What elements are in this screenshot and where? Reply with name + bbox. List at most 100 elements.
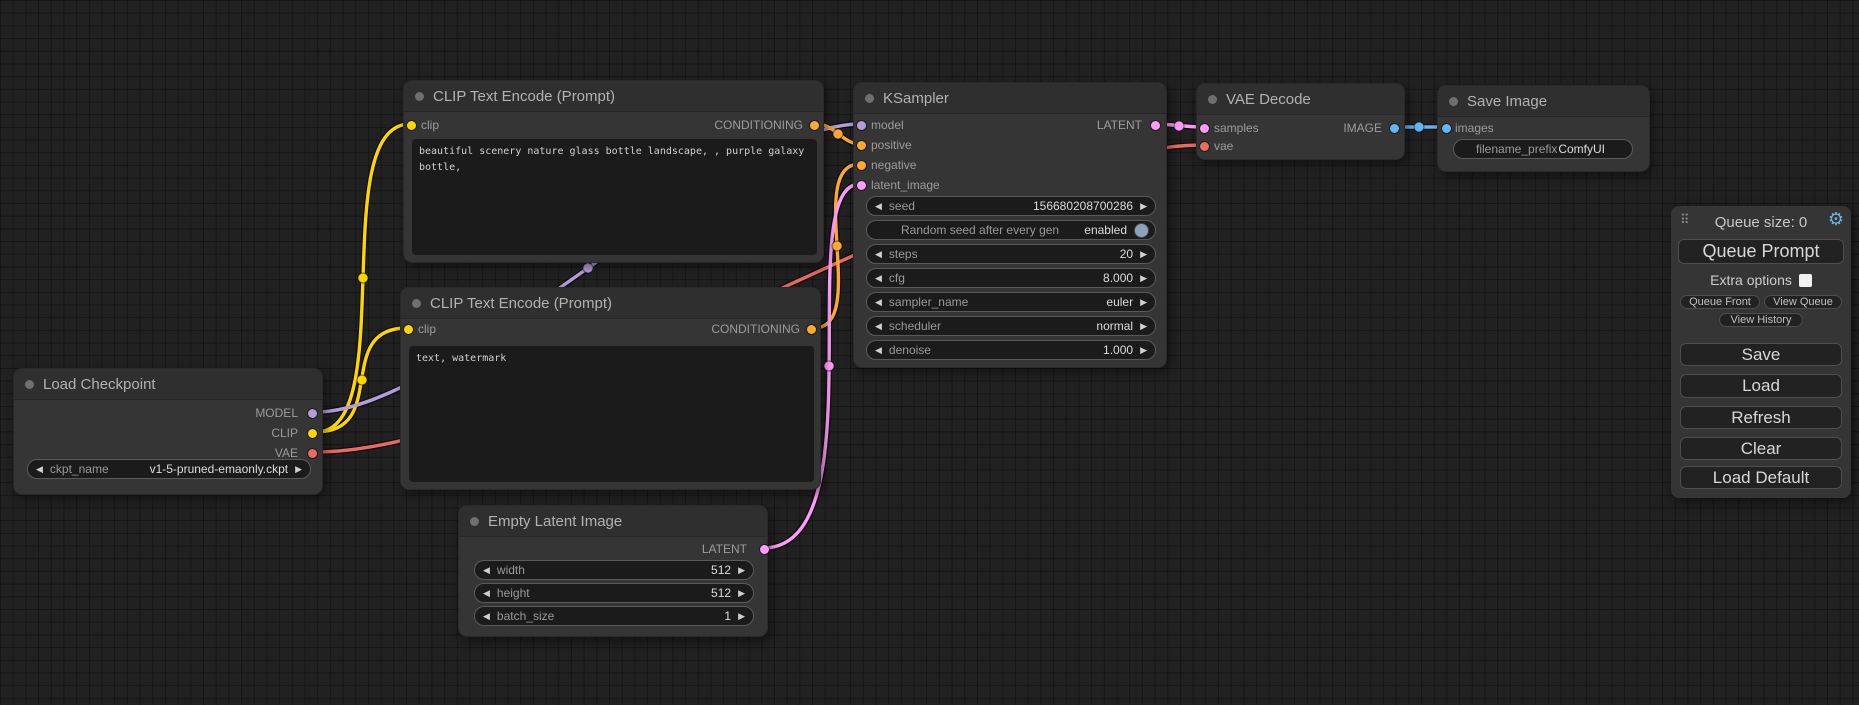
increment-arrow-icon[interactable]: ▶ <box>1140 346 1147 355</box>
widget-denoise[interactable]: ◀ denoise 1.000 ▶ <box>866 340 1156 360</box>
widget-height[interactable]: ◀ height 512 ▶ <box>474 583 754 603</box>
link-dot[interactable] <box>583 263 593 273</box>
node-clip-text-encode-positive[interactable]: CLIP Text Encode (Prompt) clip CONDITION… <box>403 80 824 263</box>
prompt-textarea[interactable]: beautiful scenery nature glass bottle la… <box>412 139 817 255</box>
queue-prompt-button[interactable]: Queue Prompt <box>1678 239 1844 264</box>
node-title: KSampler <box>883 90 949 107</box>
output-port-clip[interactable] <box>308 429 317 438</box>
increment-arrow-icon[interactable]: ▶ <box>1140 250 1147 259</box>
collapse-dot-icon[interactable] <box>470 517 479 526</box>
load-button[interactable]: Load <box>1680 374 1842 398</box>
collapse-dot-icon[interactable] <box>1449 97 1458 106</box>
link-dot[interactable] <box>1174 121 1184 131</box>
input-port-positive[interactable] <box>857 141 866 150</box>
node-empty-latent-image[interactable]: Empty Latent Image LATENT ◀ width 512 ▶ … <box>458 505 768 637</box>
output-port-model[interactable] <box>308 409 317 418</box>
widget-seed[interactable]: ◀ seed 156680208700286 ▶ <box>866 196 1156 216</box>
extra-options-checkbox[interactable] <box>1799 274 1812 287</box>
decrement-arrow-icon[interactable]: ◀ <box>483 589 490 598</box>
input-port-negative[interactable] <box>857 161 866 170</box>
output-port-conditioning[interactable] <box>807 325 816 334</box>
node-ksampler[interactable]: KSampler model positive negative latent_… <box>853 82 1167 368</box>
widget-steps[interactable]: ◀ steps 20 ▶ <box>866 244 1156 264</box>
node-save-image[interactable]: Save Image images filename_prefix ComfyU… <box>1437 85 1650 172</box>
output-port-vae[interactable] <box>308 449 317 458</box>
decrement-arrow-icon[interactable]: ◀ <box>483 612 490 621</box>
link-dot[interactable] <box>1414 122 1424 132</box>
view-history-button[interactable]: View History <box>1719 313 1803 327</box>
output-port-image[interactable] <box>1390 124 1399 133</box>
widget-batch-size[interactable]: ◀ batch_size 1 ▶ <box>474 606 754 626</box>
input-port-clip[interactable] <box>407 121 416 130</box>
collapse-dot-icon[interactable] <box>1208 95 1217 104</box>
output-port-latent[interactable] <box>1151 121 1160 130</box>
widget-width[interactable]: ◀ width 512 ▶ <box>474 560 754 580</box>
collapse-dot-icon[interactable] <box>415 92 424 101</box>
input-port-samples[interactable] <box>1200 124 1209 133</box>
node-title-bar[interactable]: Empty Latent Image <box>459 506 767 537</box>
refresh-button[interactable]: Refresh <box>1680 406 1842 429</box>
increment-arrow-icon[interactable]: ▶ <box>738 589 745 598</box>
input-label-samples: samples <box>1214 122 1259 134</box>
clear-button[interactable]: Clear <box>1680 437 1842 460</box>
gear-icon[interactable]: ⚙ <box>1828 210 1844 228</box>
input-label-positive: positive <box>871 139 912 151</box>
collapse-dot-icon[interactable] <box>25 380 34 389</box>
widget-filename-prefix[interactable]: filename_prefix ComfyUI <box>1453 139 1633 159</box>
node-title-bar[interactable]: VAE Decode <box>1197 84 1404 115</box>
widget-label: sampler_name <box>889 295 968 309</box>
increment-arrow-icon[interactable]: ▶ <box>1140 298 1147 307</box>
view-queue-button[interactable]: View Queue <box>1764 295 1842 309</box>
increment-arrow-icon[interactable]: ▶ <box>1140 274 1147 283</box>
node-title-bar[interactable]: CLIP Text Encode (Prompt) <box>401 288 820 319</box>
output-port-conditioning[interactable] <box>810 121 819 130</box>
link-dot[interactable] <box>357 375 367 385</box>
widget-scheduler[interactable]: ◀ scheduler normal ▶ <box>866 316 1156 336</box>
node-load-checkpoint[interactable]: Load Checkpoint MODEL CLIP VAE ◀ ckpt_na… <box>13 368 323 495</box>
widget-sampler-name[interactable]: ◀ sampler_name euler ▶ <box>866 292 1156 312</box>
link-dot[interactable] <box>824 361 834 371</box>
save-button[interactable]: Save <box>1680 343 1842 366</box>
decrement-arrow-icon[interactable]: ◀ <box>36 465 43 474</box>
increment-arrow-icon[interactable]: ▶ <box>1140 202 1147 211</box>
input-port-clip[interactable] <box>404 325 413 334</box>
decrement-arrow-icon[interactable]: ◀ <box>875 274 882 283</box>
link-dot[interactable] <box>358 273 368 283</box>
queue-panel: ⠿ Queue size: 0 ⚙ Queue Prompt Extra opt… <box>1671 206 1851 498</box>
increment-arrow-icon[interactable]: ▶ <box>738 612 745 621</box>
decrement-arrow-icon[interactable]: ◀ <box>875 250 882 259</box>
input-port-model[interactable] <box>857 121 866 130</box>
queue-front-button[interactable]: Queue Front <box>1680 295 1760 309</box>
decrement-arrow-icon[interactable]: ◀ <box>483 566 490 575</box>
collapse-dot-icon[interactable] <box>865 94 874 103</box>
input-port-latent-image[interactable] <box>857 181 866 190</box>
output-port-latent[interactable] <box>760 545 769 554</box>
node-title-bar[interactable]: CLIP Text Encode (Prompt) <box>404 81 823 112</box>
link-dot[interactable] <box>832 241 842 251</box>
node-vae-decode[interactable]: VAE Decode samples vae IMAGE <box>1196 83 1405 160</box>
decrement-arrow-icon[interactable]: ◀ <box>875 346 882 355</box>
decrement-arrow-icon[interactable]: ◀ <box>875 202 882 211</box>
toggle-knob-icon[interactable] <box>1134 223 1149 238</box>
node-title-bar[interactable]: Save Image <box>1438 86 1649 117</box>
increment-arrow-icon[interactable]: ▶ <box>295 465 302 474</box>
decrement-arrow-icon[interactable]: ◀ <box>875 298 882 307</box>
node-clip-text-encode-negative[interactable]: CLIP Text Encode (Prompt) clip CONDITION… <box>400 287 821 490</box>
prompt-textarea[interactable]: text, watermark <box>409 346 814 482</box>
increment-arrow-icon[interactable]: ▶ <box>738 566 745 575</box>
collapse-dot-icon[interactable] <box>412 299 421 308</box>
output-label-clip: CLIP <box>271 427 298 439</box>
node-title-bar[interactable]: KSampler <box>854 83 1166 114</box>
output-label-image: IMAGE <box>1343 122 1382 134</box>
widget-ckpt-name[interactable]: ◀ ckpt_name v1-5-pruned-emaonly.ckpt ▶ <box>27 459 311 479</box>
decrement-arrow-icon[interactable]: ◀ <box>875 322 882 331</box>
load-default-button[interactable]: Load Default <box>1680 466 1842 489</box>
input-port-images[interactable] <box>1442 124 1451 133</box>
node-title-bar[interactable]: Load Checkpoint <box>14 369 322 400</box>
increment-arrow-icon[interactable]: ▶ <box>1140 322 1147 331</box>
widget-cfg[interactable]: ◀ cfg 8.000 ▶ <box>866 268 1156 288</box>
link-dot[interactable] <box>833 129 843 139</box>
comfyui-canvas[interactable]: { "colors": { "model": "#B39DDB", "clip"… <box>0 0 1859 705</box>
input-port-vae[interactable] <box>1200 142 1209 151</box>
widget-random-seed-toggle[interactable]: Random seed after every gen enabled <box>866 220 1156 240</box>
